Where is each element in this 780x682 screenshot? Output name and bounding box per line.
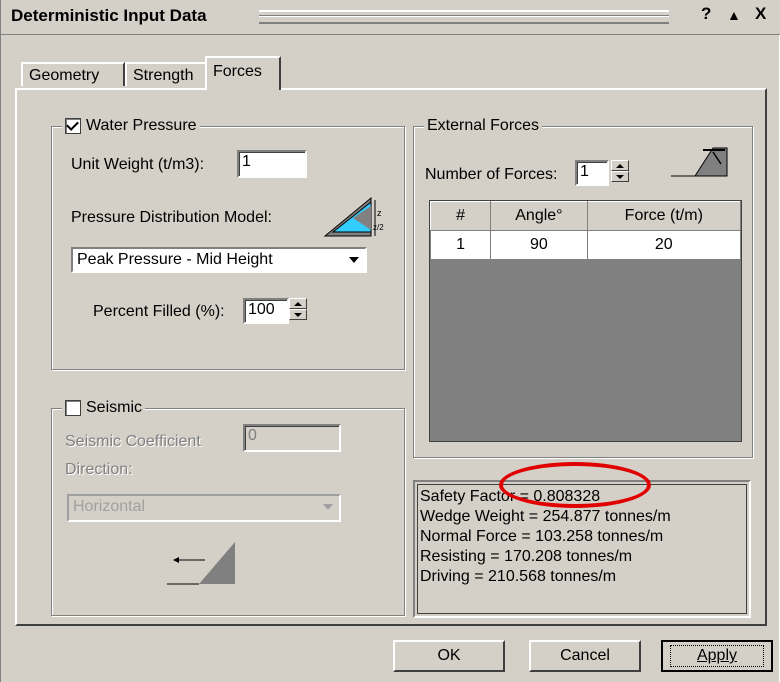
water-pressure-checkbox[interactable] <box>65 118 81 134</box>
wedge-weight-text: Wedge Weight = 254.877 tonnes/m <box>420 508 671 525</box>
tab-geometry[interactable]: Geometry <box>21 62 125 86</box>
apply-button[interactable]: Apply <box>661 640 773 672</box>
stepper-up-icon[interactable] <box>289 298 307 309</box>
percent-filled-input[interactable]: 100 <box>243 298 289 324</box>
external-forces-header: External Forces <box>424 116 543 136</box>
table-cell-index[interactable]: 1 <box>429 230 492 260</box>
collapse-icon[interactable]: ▲ <box>727 7 741 23</box>
number-of-forces-label: Number of Forces: <box>425 166 558 183</box>
direction-select[interactable]: Horizontal <box>67 494 341 522</box>
chevron-down-icon[interactable] <box>319 498 337 516</box>
seismic-coefficient-label: Seismic Coefficient <box>65 433 201 450</box>
pressure-model-label: Pressure Distribution Model: <box>71 209 272 226</box>
normal-force-text: Normal Force = 103.258 tonnes/m <box>420 528 664 545</box>
seismic-header: Seismic <box>62 398 146 418</box>
svg-text:z/2: z/2 <box>373 223 384 232</box>
unit-weight-label: Unit Weight (t/m3): <box>71 156 205 173</box>
column-header-force[interactable]: Force (t/m) <box>586 201 742 231</box>
resisting-text: Resisting = 170.208 tonnes/m <box>420 548 633 565</box>
number-of-forces-input[interactable]: 1 <box>575 160 609 186</box>
table-row[interactable]: 1 90 20 <box>429 230 742 260</box>
number-of-forces-stepper[interactable] <box>611 160 629 186</box>
dialog-window: Deterministic Input Data ? ▲ X Geometry … <box>0 0 780 682</box>
ok-button[interactable]: OK <box>393 640 505 672</box>
tab-strength[interactable]: Strength <box>125 62 217 86</box>
seismic-direction-icon <box>167 542 235 585</box>
apply-button-label: Apply <box>669 645 765 667</box>
highlight-annotation <box>499 462 651 508</box>
external-forces-label: External Forces <box>427 117 540 134</box>
column-header-index[interactable]: # <box>429 201 492 231</box>
direction-value: Horizontal <box>73 498 146 515</box>
chevron-down-icon[interactable] <box>345 251 363 269</box>
tab-forces[interactable]: Forces <box>205 56 281 90</box>
title-bar[interactable]: Deterministic Input Data ? ▲ X <box>1 0 780 35</box>
external-force-icon <box>671 147 728 177</box>
driving-text: Driving = 210.568 tonnes/m <box>420 568 617 585</box>
table-cell-angle[interactable]: 90 <box>490 230 588 260</box>
seismic-checkbox[interactable] <box>65 400 81 416</box>
stepper-down-icon[interactable] <box>611 171 629 182</box>
stepper-up-icon[interactable] <box>611 160 629 171</box>
close-icon[interactable]: X <box>755 4 766 24</box>
stepper-down-icon[interactable] <box>289 309 307 320</box>
table-header-row: # Angle° Force (t/m) <box>429 201 742 231</box>
percent-filled-stepper[interactable] <box>289 298 307 324</box>
forces-table[interactable]: # Angle° Force (t/m) 1 90 20 <box>429 200 742 442</box>
svg-text:z: z <box>377 208 382 218</box>
title-grip <box>259 10 669 24</box>
cancel-button[interactable]: Cancel <box>529 640 641 672</box>
column-header-angle[interactable]: Angle° <box>490 201 588 231</box>
unit-weight-input[interactable]: 1 <box>237 150 307 178</box>
pressure-model-select[interactable]: Peak Pressure - Mid Height <box>71 247 367 273</box>
water-pressure-label: Water Pressure <box>86 117 197 134</box>
seismic-coefficient-input[interactable]: 0 <box>243 424 341 452</box>
seismic-label: Seismic <box>86 399 143 416</box>
window-title: Deterministic Input Data <box>11 6 207 25</box>
water-pressure-header: Water Pressure <box>62 116 200 136</box>
wedge-water-pressure-icon: z z/2 <box>323 196 384 237</box>
pressure-model-value: Peak Pressure - Mid Height <box>77 251 273 268</box>
direction-label: Direction: <box>65 461 133 478</box>
help-icon[interactable]: ? <box>701 4 711 24</box>
percent-filled-label: Percent Filled (%): <box>93 303 225 320</box>
table-cell-force[interactable]: 20 <box>586 230 742 260</box>
